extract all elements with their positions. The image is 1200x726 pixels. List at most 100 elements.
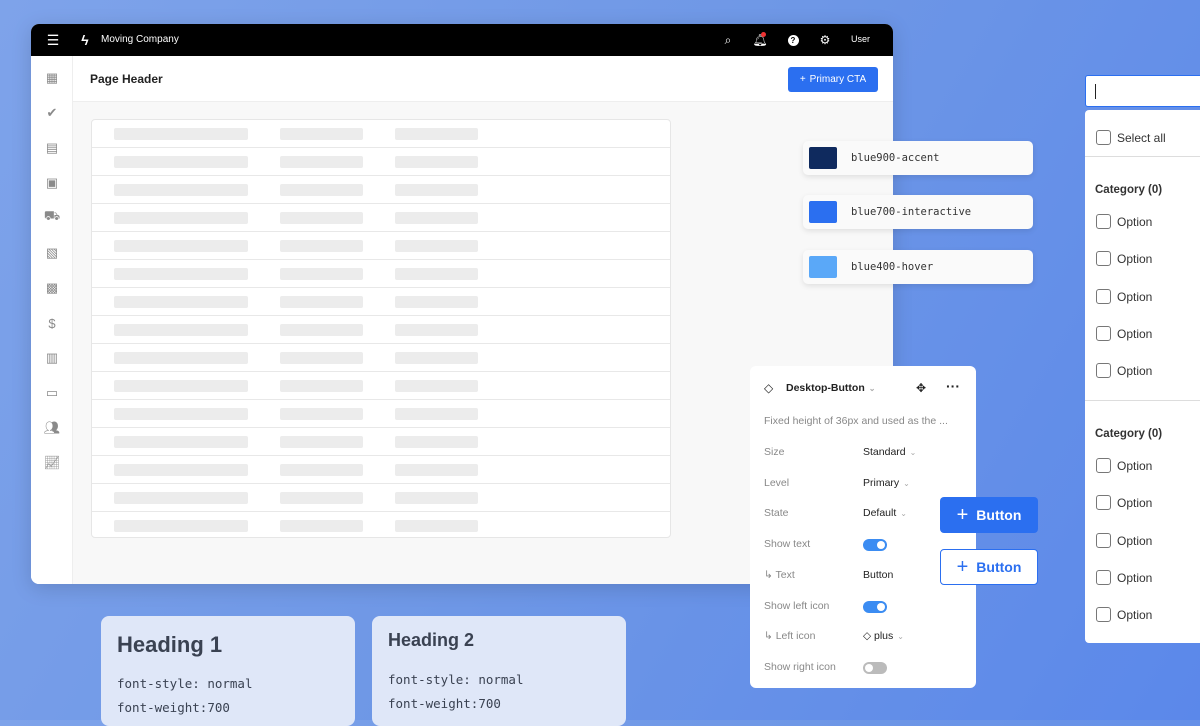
swatch-blue900: blue900-accent — [803, 141, 1033, 175]
calendar-check-icon[interactable]: ▦ — [44, 70, 60, 86]
prop-label: Level — [764, 476, 790, 489]
option-label: Option — [1117, 496, 1153, 511]
prop-label: Show left icon — [764, 599, 830, 612]
primary-button-preview[interactable]: + Button — [940, 497, 1038, 533]
option-checkbox[interactable] — [1096, 288, 1111, 304]
search-icon[interactable]: ⌕ — [720, 32, 736, 48]
color-chip — [809, 147, 837, 169]
skeleton-cell — [114, 352, 248, 364]
color-chip — [809, 201, 837, 223]
skeleton-cell — [395, 184, 478, 196]
skeleton-cell — [280, 128, 363, 140]
more-options-icon[interactable]: ··· — [946, 378, 960, 394]
skeleton-cell — [395, 464, 478, 476]
component-description: Fixed height of 36px and used as the ... — [764, 415, 948, 427]
skeleton-cell — [114, 408, 248, 420]
option-checkbox[interactable] — [1096, 532, 1111, 548]
skeleton-cell — [395, 352, 478, 364]
skeleton-cell — [395, 380, 478, 392]
option-checkbox[interactable] — [1096, 569, 1111, 585]
truck-icon[interactable]: ⛟ — [44, 208, 60, 225]
heading1-card: Heading 1 font-style: normal font-weight… — [101, 616, 355, 726]
plus-icon: + — [799, 74, 806, 85]
font-weight-spec: font-weight:700 — [388, 696, 501, 711]
option-checkbox[interactable] — [1096, 363, 1111, 379]
option-label: Option — [1117, 364, 1153, 379]
skeleton-cell — [280, 212, 363, 224]
option-label: Option — [1117, 252, 1153, 267]
users-icon[interactable]: 👥︎ — [44, 420, 61, 436]
prop-value[interactable]: Button — [863, 569, 893, 581]
prop-toggle[interactable] — [863, 600, 887, 613]
table-row — [92, 512, 670, 540]
clipboard-icon[interactable]: ▤ — [44, 140, 60, 156]
skeleton-cell — [280, 156, 363, 168]
invoice-icon[interactable]: ▭ — [44, 385, 60, 401]
plus-icon: + — [956, 503, 969, 526]
skeleton-cell — [114, 324, 248, 336]
primary-cta-button[interactable]: + Primary CTA — [788, 67, 878, 92]
skeleton-cell — [280, 464, 363, 476]
table-row — [92, 204, 670, 232]
skeleton-cell — [114, 492, 248, 504]
boxes-icon[interactable]: ▩ — [44, 280, 60, 296]
gear-icon[interactable]: ⚙ — [817, 32, 833, 48]
filter-search-input[interactable] — [1085, 75, 1200, 107]
diamond-icon: ◇ — [863, 630, 874, 643]
skeleton-cell — [280, 520, 363, 532]
calendar-clock-icon[interactable]: ▣ — [44, 175, 60, 191]
prop-value[interactable]: ◇ plus ⌄ — [863, 630, 904, 642]
option-checkbox[interactable] — [1096, 607, 1111, 623]
skeleton-cell — [280, 296, 363, 308]
option-checkbox[interactable] — [1096, 458, 1111, 473]
check-circle-icon[interactable]: ✔ — [44, 105, 60, 121]
font-weight-spec: font-weight:700 — [117, 700, 230, 715]
option-label: Option — [1117, 533, 1153, 548]
secondary-button-preview[interactable]: + Button — [940, 549, 1038, 585]
prop-value[interactable]: Primary ⌄ — [863, 477, 910, 489]
map-icon[interactable]: ▧ — [44, 245, 60, 261]
component-move-icon[interactable]: ✥ — [916, 381, 926, 395]
chart-line-icon[interactable]: 📈︎ — [44, 455, 61, 471]
skeleton-cell — [114, 268, 248, 280]
prop-value[interactable]: Standard ⌄ — [863, 446, 916, 458]
page-title: Page Header — [90, 72, 163, 86]
option-checkbox[interactable] — [1096, 214, 1111, 229]
component-title[interactable]: Desktop-Button ⌄ — [786, 382, 875, 394]
skeleton-cell — [114, 520, 248, 532]
help-icon[interactable]: ? — [785, 32, 801, 48]
select-all-checkbox[interactable] — [1096, 130, 1111, 145]
chevron-down-icon: ⌄ — [900, 509, 907, 519]
table-row — [92, 288, 670, 316]
prop-label: Size — [764, 446, 785, 458]
plus-icon: + — [956, 555, 969, 578]
prop-value[interactable]: Default ⌄ — [863, 507, 907, 519]
user-menu[interactable]: User — [851, 34, 870, 44]
prop-toggle[interactable] — [863, 661, 887, 674]
dollar-icon[interactable]: $ — [44, 315, 60, 331]
calculator-icon[interactable]: ▥ — [44, 350, 60, 366]
option-checkbox[interactable] — [1096, 325, 1111, 341]
option-label: Option — [1117, 608, 1153, 623]
chevron-down-icon: ⌄ — [897, 632, 904, 642]
table-row — [92, 120, 670, 148]
skeleton-cell — [114, 436, 248, 448]
option-checkbox[interactable] — [1096, 495, 1111, 511]
prop-label: ↳ Text — [764, 568, 795, 581]
skeleton-cell — [280, 380, 363, 392]
skeleton-cell — [114, 464, 248, 476]
skeleton-cell — [395, 408, 478, 420]
bell-icon[interactable]: 🔔︎ — [752, 32, 768, 48]
skeleton-cell — [114, 240, 248, 252]
sidebar: ▦ ✔ ▤ ▣ ⛟ ▧ ▩ $ ▥ ▭ 👥︎ 📈︎ — [31, 56, 73, 584]
table-row — [92, 484, 670, 512]
option-checkbox[interactable] — [1096, 251, 1111, 267]
skeleton-cell — [114, 128, 248, 140]
skeleton-cell — [395, 436, 478, 448]
menu-icon[interactable]: ☰ — [45, 32, 61, 48]
prop-toggle[interactable] — [863, 539, 887, 552]
category-title: Category (0) — [1095, 184, 1163, 196]
font-style-spec: font-style: normal — [388, 672, 524, 687]
chevron-down-icon: ⌄ — [903, 478, 910, 488]
skeleton-cell — [114, 380, 248, 392]
